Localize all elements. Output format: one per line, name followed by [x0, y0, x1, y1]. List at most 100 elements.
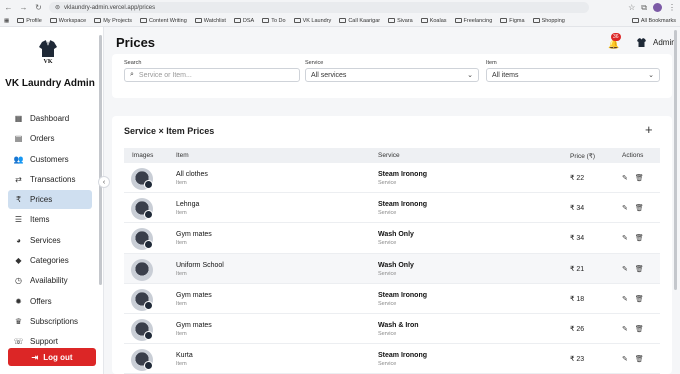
sidebar-item-prices[interactable]: ₹ Prices [8, 190, 92, 210]
star-icon[interactable]: ☆ [628, 3, 635, 12]
sidebar-item-items[interactable]: ☰ Items [8, 210, 92, 229]
collapse-sidebar-button[interactable]: ‹ [98, 176, 110, 188]
bookmark-item[interactable]: DSA [233, 18, 254, 24]
item-name: Gym mates [176, 321, 212, 329]
edit-icon[interactable]: ✎ [622, 234, 628, 242]
search-input[interactable]: ⌕ Service or Item... [124, 68, 300, 82]
all-bookmarks[interactable]: All Bookmarks [631, 18, 676, 24]
sidebar-item-subscriptions[interactable]: ♛ Subscriptions [8, 312, 92, 331]
bookmark-item[interactable]: Content Writing [139, 18, 187, 24]
page-scrollbar[interactable] [674, 30, 677, 290]
item-sub: Item [176, 361, 187, 368]
table-row[interactable]: Uniform School Item Wash Only Service ₹ 21… [124, 253, 660, 284]
service-select[interactable]: All services ⌄ [305, 68, 479, 82]
bookmark-item[interactable]: Watchlist [194, 18, 226, 24]
browser-toolbar: ← → ↻ ⊜ vklaundry-admin.vercel.app/price… [0, 0, 680, 15]
item-select[interactable]: All items ⌄ [486, 68, 660, 82]
address-bar[interactable]: ⊜ vklaundry-admin.vercel.app/prices [49, 2, 589, 13]
bookmark-item[interactable]: VK Laundry [293, 18, 331, 24]
item-value: All items [492, 71, 519, 79]
sidebar-item-services[interactable]: ◕ Services [8, 231, 92, 250]
sidebar-scrollbar[interactable] [99, 35, 102, 285]
service-name: Steam Ironong [378, 291, 428, 299]
apps-icon[interactable]: ▦ [4, 18, 9, 24]
folder-icon [49, 18, 57, 23]
edit-icon[interactable]: ✎ [622, 265, 628, 273]
extensions-icon[interactable]: ⧉ [641, 3, 647, 13]
trash-icon[interactable]: 🗑 [635, 355, 644, 363]
table-row[interactable]: Lehnga Item Steam Ironong Service ₹ 34 ✎ 🗑 [124, 193, 660, 224]
service-name: Steam Ironong [378, 352, 428, 360]
folder-icon [339, 18, 347, 23]
bookmark-item[interactable]: Profile [17, 18, 42, 24]
user-name: Admin [653, 38, 676, 47]
user-menu[interactable]: Admin [636, 37, 676, 48]
service-filter: Service All services ⌄ [305, 60, 479, 82]
item-name: Gym mates [176, 291, 212, 299]
trash-icon[interactable]: 🗑 [635, 265, 644, 273]
sidebar-nav: ▦ Dashboard ▤ Orders 👥 Customers ⇄ Transacti… [8, 109, 92, 353]
edit-icon[interactable]: ✎ [622, 204, 628, 212]
service-badge-icon [144, 210, 153, 220]
back-icon[interactable]: ← [4, 3, 13, 12]
bookmark-item[interactable]: Sivara [388, 18, 413, 24]
price-value: ₹ 34 [570, 235, 585, 243]
service-sub: Service [378, 361, 397, 368]
item-name: Gym mates [176, 231, 212, 239]
sidebar-item-offers[interactable]: ✹ Offers [8, 292, 92, 311]
list-icon: ☰ [14, 215, 23, 225]
crown-icon: ♛ [14, 316, 23, 326]
edit-icon[interactable]: ✎ [622, 325, 628, 333]
menu-icon[interactable]: ⋮ [668, 3, 676, 12]
chevron-down-icon: ⌄ [648, 72, 654, 79]
bookmark-item[interactable]: Shopping [532, 18, 565, 24]
page-title: Prices [116, 35, 156, 50]
notification-badge: 36 [611, 33, 621, 41]
sidebar-item-customers[interactable]: 👥 Customers [8, 150, 92, 169]
forward-icon[interactable]: → [19, 3, 28, 12]
bookmark-item[interactable]: My Projects [94, 18, 132, 24]
table-row[interactable]: Gym mates Item Wash & Iron Service ₹ 26 ✎ 🗑 [124, 314, 660, 345]
item-sub: Item [176, 330, 187, 337]
reload-icon[interactable]: ↻ [34, 3, 43, 12]
edit-icon[interactable]: ✎ [622, 174, 628, 182]
th-price: Price (₹) [570, 153, 596, 160]
bookmark-item[interactable]: To Do [262, 18, 286, 24]
table-row[interactable]: Gym mates Item Wash Only Service ₹ 34 ✎ 🗑 [124, 223, 660, 254]
trash-icon[interactable]: 🗑 [635, 295, 644, 303]
trash-icon[interactable]: 🗑 [635, 234, 644, 242]
price-value: ₹ 34 [570, 205, 585, 213]
sidebar-item-dashboard[interactable]: ▦ Dashboard [8, 109, 92, 128]
service-value: All services [311, 71, 347, 79]
bookmark-item[interactable]: Figma [500, 18, 525, 24]
sidebar-item-availability[interactable]: ◷ Availability [8, 271, 92, 290]
table-row[interactable]: All clothes Item Steam Ironong Service ₹ 2… [124, 163, 660, 194]
folder-icon [500, 18, 508, 23]
bookmark-item[interactable]: Freelancing [454, 18, 492, 24]
users-icon: 👥 [13, 154, 24, 164]
grid-icon: ▦ [14, 114, 23, 123]
logout-button[interactable]: ⇥ Log out [8, 348, 96, 366]
item-filter: Item All items ⌄ [486, 60, 660, 82]
browser-actions: ☆ ⧉ ⋮ [628, 3, 676, 13]
bookmark-item[interactable]: Koalas [420, 18, 447, 24]
sidebar-item-orders[interactable]: ▤ Orders [8, 129, 92, 148]
sidebar-item-transactions[interactable]: ⇄ Transactions [8, 170, 92, 189]
table-row[interactable]: Kurta Item Steam Ironong Service ₹ 23 ✎ 🗑 [124, 344, 660, 374]
edit-icon[interactable]: ✎ [622, 295, 628, 303]
item-name: Lehnga [176, 201, 200, 209]
site-info-icon[interactable]: ⊜ [55, 4, 60, 11]
profile-avatar[interactable] [653, 3, 662, 12]
bookmark-item[interactable]: Call Kaarigar [339, 18, 380, 24]
edit-icon[interactable]: ✎ [622, 355, 628, 363]
sidebar-item-categories[interactable]: ◆ Categories [8, 251, 92, 270]
table-row[interactable]: Gym mates Item Steam Ironong Service ₹ 18 … [124, 284, 660, 314]
trash-icon[interactable]: 🗑 [635, 174, 644, 182]
trash-icon[interactable]: 🗑 [635, 325, 644, 333]
bookmark-item[interactable]: Workspace [49, 18, 86, 24]
prices-table-card: Service × Item Prices + Images Item Serv… [112, 116, 672, 374]
add-price-button[interactable]: + [645, 122, 653, 137]
item-sub: Item [176, 270, 187, 277]
service-badge-icon [144, 240, 153, 250]
trash-icon[interactable]: 🗑 [635, 204, 644, 212]
